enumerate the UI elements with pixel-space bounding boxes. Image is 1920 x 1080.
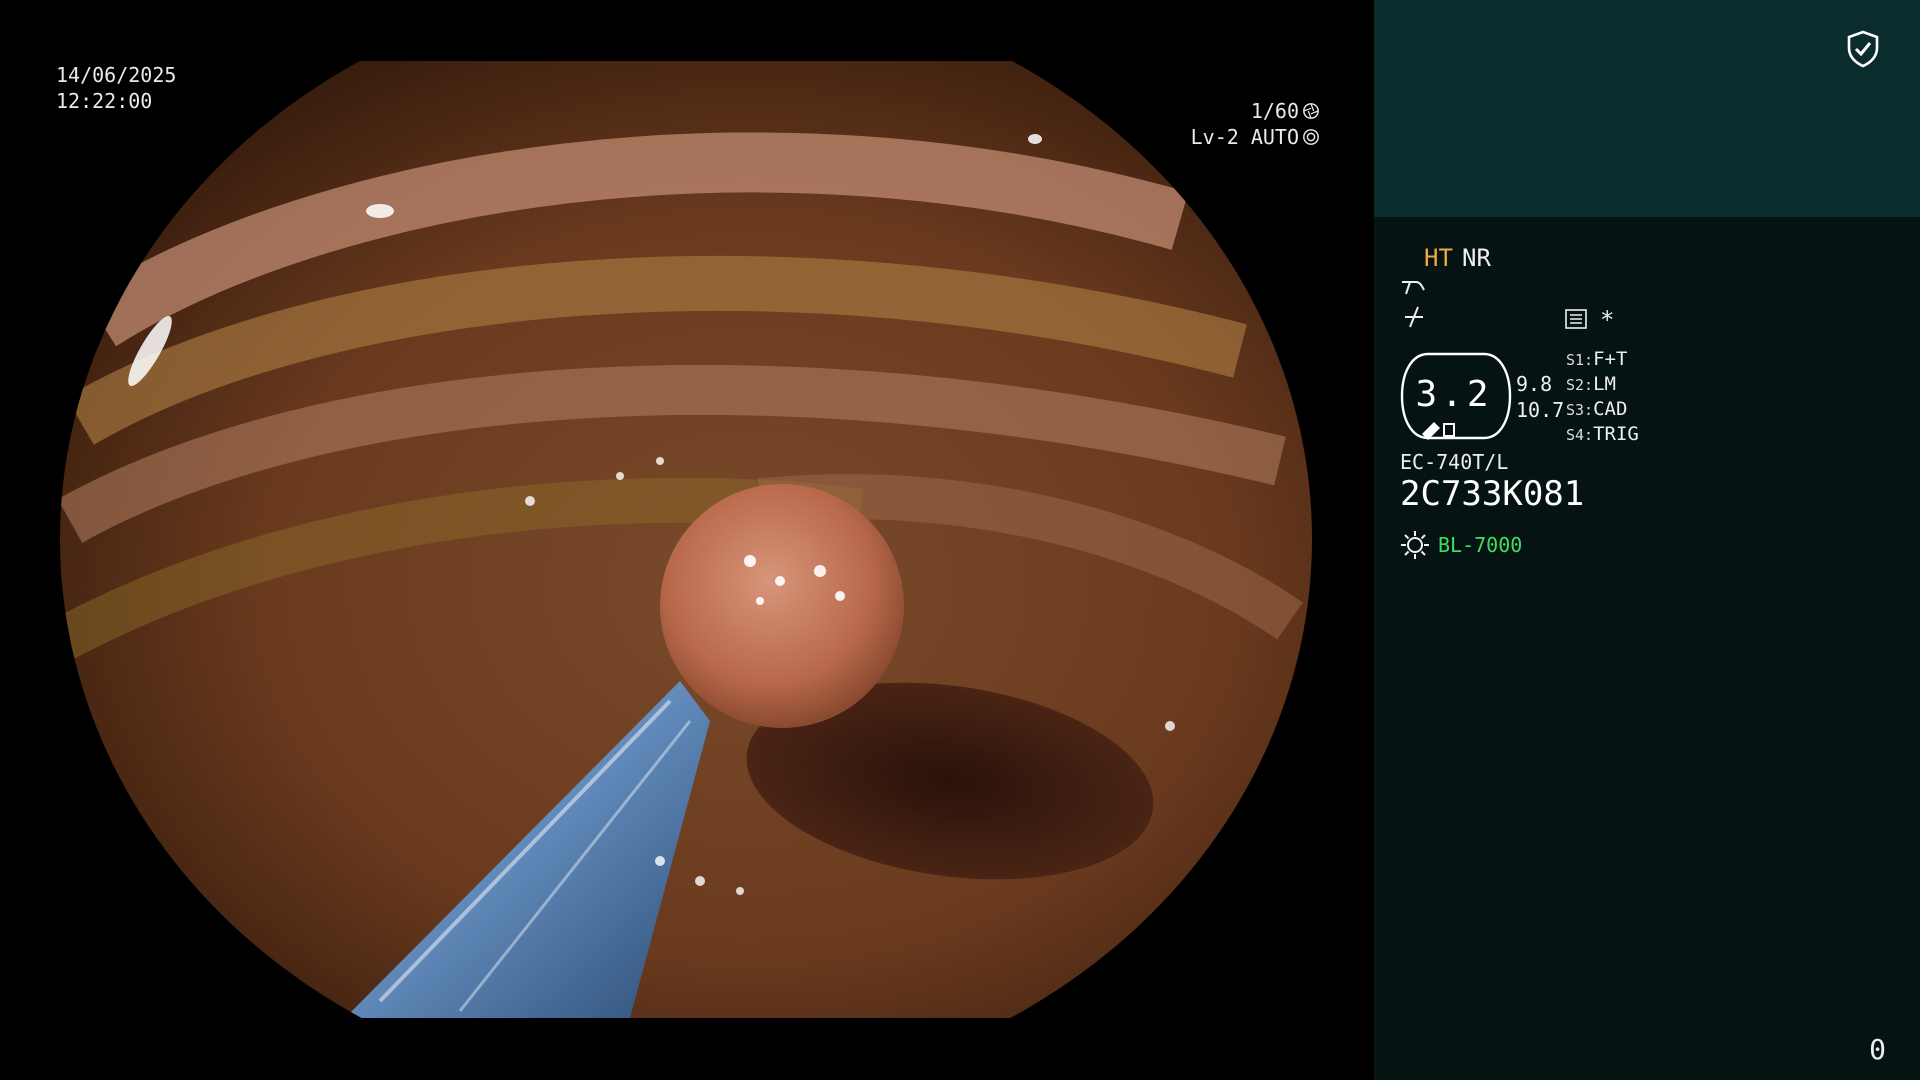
- shutter-text: 1/60: [1250, 99, 1299, 123]
- exposure-readout: 1/60 Lv-2 AUTO: [1191, 98, 1320, 150]
- time-text: 12:22:00: [56, 89, 153, 113]
- shutter-row: 1/60: [1191, 98, 1320, 124]
- ht-indicator: HT: [1424, 244, 1453, 272]
- nr-indicator: NR: [1462, 244, 1491, 272]
- ratio-top: 9.8: [1516, 372, 1553, 396]
- info-panel: HT NR * 3.2 9.8 10.7 S1:F+T S2:LM S3:CAD: [1374, 0, 1920, 1080]
- ratio-bottom: 10.7: [1516, 398, 1565, 422]
- level-mode-row: Lv-2 AUTO: [1191, 124, 1320, 150]
- switch-s1: S1:F+T: [1566, 348, 1627, 370]
- iris-icon: [1303, 129, 1319, 145]
- switch-s2: S2:LM: [1566, 373, 1616, 395]
- shield-check-icon[interactable]: [1846, 30, 1880, 68]
- level-mode-text: Lv-2 AUTO: [1190, 125, 1299, 149]
- asterisk-indicator: *: [1600, 306, 1615, 334]
- date-text: 14/06/2025: [56, 63, 177, 87]
- endoscopy-screen: 14/06/2025 12:22:00 1/60 Lv-2 AUTO HT NR…: [0, 0, 1920, 1080]
- switch-value: F+T: [1593, 348, 1628, 370]
- endoscopy-view: [60, 61, 1312, 1018]
- switch-key: S3:: [1566, 401, 1594, 419]
- switch-value: TRIG: [1593, 423, 1639, 445]
- switch-s3: S3:CAD: [1566, 398, 1627, 420]
- switch-value: LM: [1593, 373, 1616, 395]
- light-source-icon: [1401, 531, 1429, 559]
- structure-enhance-icon: [1402, 281, 1425, 295]
- colon-image: [60, 61, 1312, 1018]
- edge-enhance-icon: [1405, 306, 1423, 328]
- zoom-value: 3.2: [1415, 374, 1493, 415]
- image-counter: 0: [1869, 1033, 1886, 1066]
- switch-key: S1:: [1566, 351, 1594, 369]
- switch-value: CAD: [1593, 398, 1628, 420]
- scope-model: EC-740T/L: [1400, 450, 1509, 474]
- scope-serial: 2C733K081: [1400, 474, 1585, 514]
- date-time-readout: 14/06/2025 12:22:00: [56, 62, 176, 114]
- settings-list-icon: [1565, 309, 1587, 329]
- switch-s4: S4:TRIG: [1566, 423, 1639, 445]
- switch-key: S2:: [1566, 376, 1594, 394]
- switch-key: S4:: [1566, 426, 1594, 444]
- light-source-label: BL-7000: [1438, 533, 1523, 557]
- panel-header: [1374, 0, 1920, 217]
- aperture-icon: [1303, 103, 1319, 119]
